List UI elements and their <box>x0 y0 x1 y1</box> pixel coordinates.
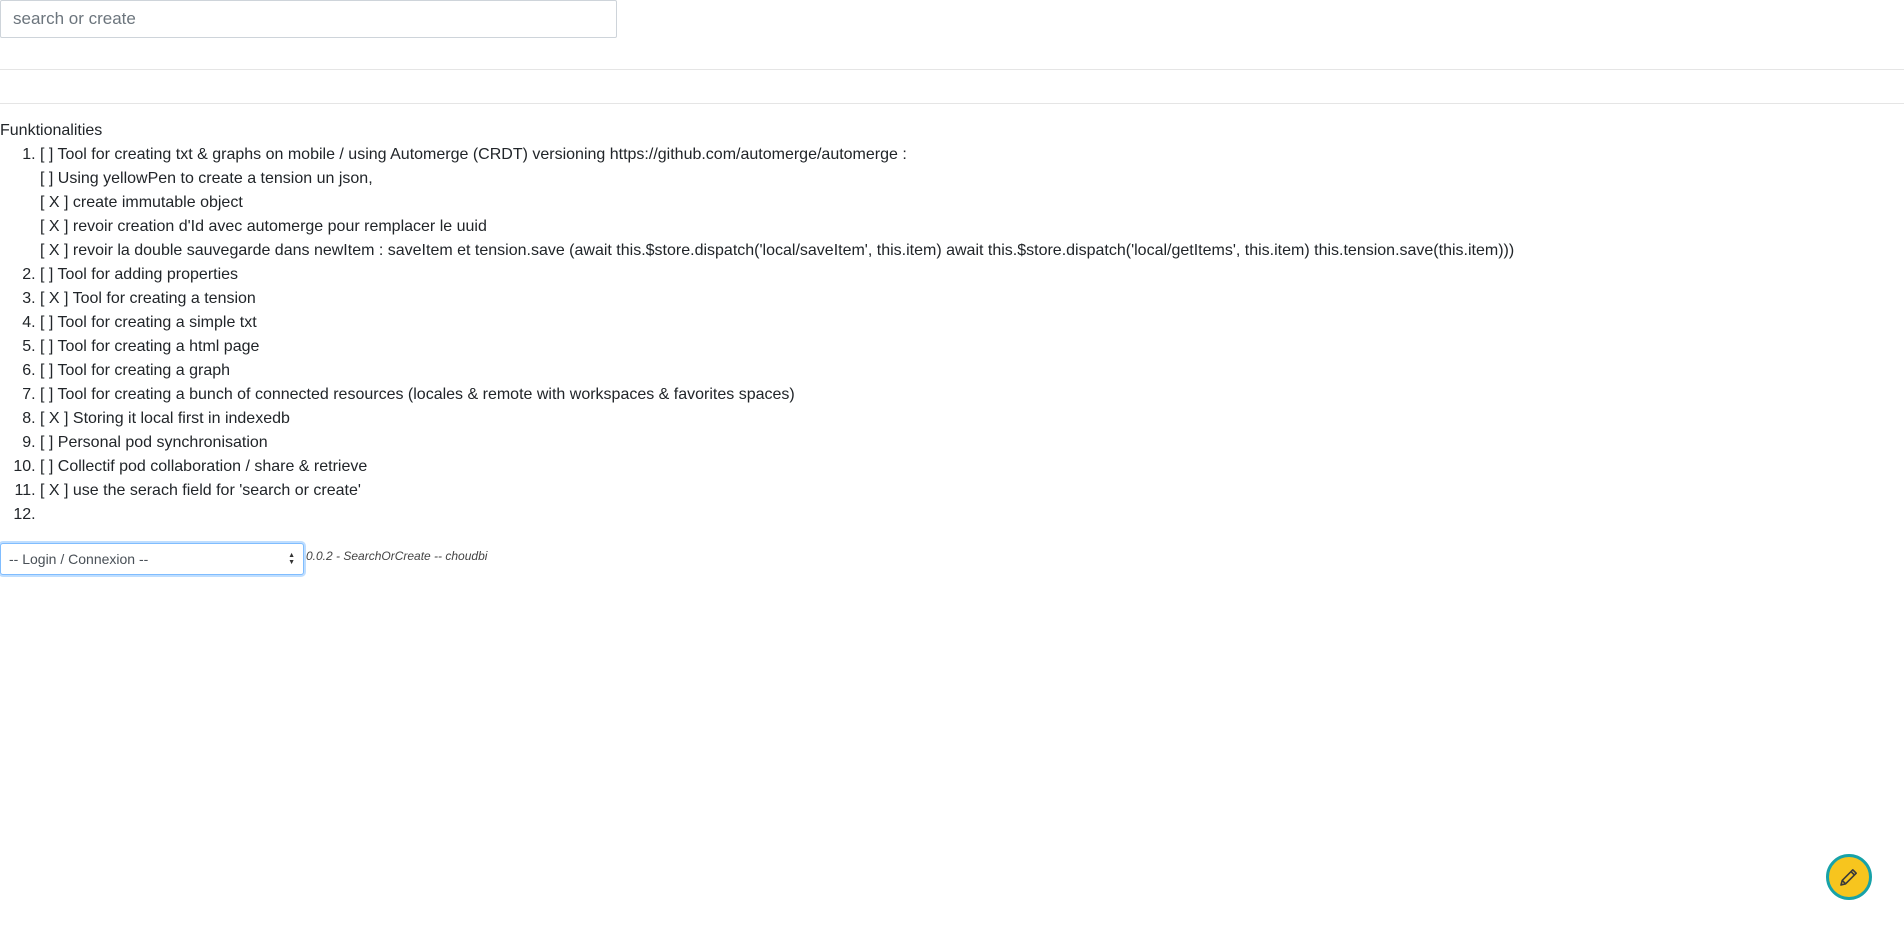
list-item-text: [ ] Personal pod synchronisation <box>40 434 268 451</box>
list-item: [ ] Tool for creating a simple txt <box>40 311 1880 335</box>
content-area: Funktionalities [ ] Tool for creating tx… <box>0 119 1880 527</box>
feature-list: [ ] Tool for creating txt & graphs on mo… <box>0 143 1880 527</box>
edit-fab-button[interactable] <box>1826 854 1872 900</box>
list-item: [ X ] Tool for creating a tension <box>40 287 1880 311</box>
pencil-icon <box>1840 869 1857 886</box>
list-item-subline: [ ] Using yellowPen to create a tension … <box>40 170 373 187</box>
list-item-text: [ X ] Storing it local first in indexedb <box>40 410 290 427</box>
list-item: [ ] Tool for adding properties <box>40 263 1880 287</box>
list-item: [ X ] use the serach field for 'search o… <box>40 479 1880 503</box>
list-item: [ ] Personal pod synchronisation <box>40 431 1880 455</box>
list-item: [ X ] Storing it local first in indexedb <box>40 407 1880 431</box>
login-select[interactable]: -- Login / Connexion -- ▲ ▼ <box>0 543 304 575</box>
divider-bottom <box>0 103 1904 104</box>
login-select-value: -- Login / Connexion -- <box>9 551 149 567</box>
list-item-subline: [ X ] revoir creation d'Id avec automerg… <box>40 218 487 235</box>
list-item-text: [ X ] Tool for creating a tension <box>40 290 256 307</box>
list-item-subline: [ X ] create immutable object <box>40 194 243 211</box>
list-item: [ ] Tool for creating a bunch of connect… <box>40 383 1880 407</box>
list-item-text: [ ] Tool for creating a html page <box>40 338 260 355</box>
list-item-subline: [ X ] revoir la double sauvegarde dans n… <box>40 242 1515 259</box>
divider-top <box>0 69 1904 70</box>
list-item-text: [ ] Tool for creating a bunch of connect… <box>40 386 795 403</box>
list-item: [ ] Tool for creating a html page <box>40 335 1880 359</box>
list-item: [ ] Tool for creating txt & graphs on mo… <box>40 143 1880 263</box>
list-item-text: [ ] Tool for creating txt & graphs on mo… <box>40 146 907 163</box>
select-arrows-icon: ▲ ▼ <box>288 552 295 566</box>
list-item-text: [ ] Tool for adding properties <box>40 266 239 283</box>
footer: -- Login / Connexion -- ▲ ▼ 0.0.2 - Searc… <box>0 543 487 575</box>
list-item-empty <box>40 503 1880 527</box>
section-heading: Funktionalities <box>0 122 103 139</box>
list-item-text: [ ] Collectif pod collaboration / share … <box>40 458 368 475</box>
list-item: [ ] Collectif pod collaboration / share … <box>40 455 1880 479</box>
page: Funktionalities [ ] Tool for creating tx… <box>0 0 1904 933</box>
list-item-text: [ ] Tool for creating a graph <box>40 362 231 379</box>
list-item-text: [ ] Tool for creating a simple txt <box>40 314 257 331</box>
version-text: 0.0.2 - SearchOrCreate -- choudbi <box>306 549 488 563</box>
search-input[interactable] <box>0 0 617 38</box>
list-item: [ ] Tool for creating a graph <box>40 359 1880 383</box>
list-item-text: [ X ] use the serach field for 'search o… <box>40 482 361 499</box>
